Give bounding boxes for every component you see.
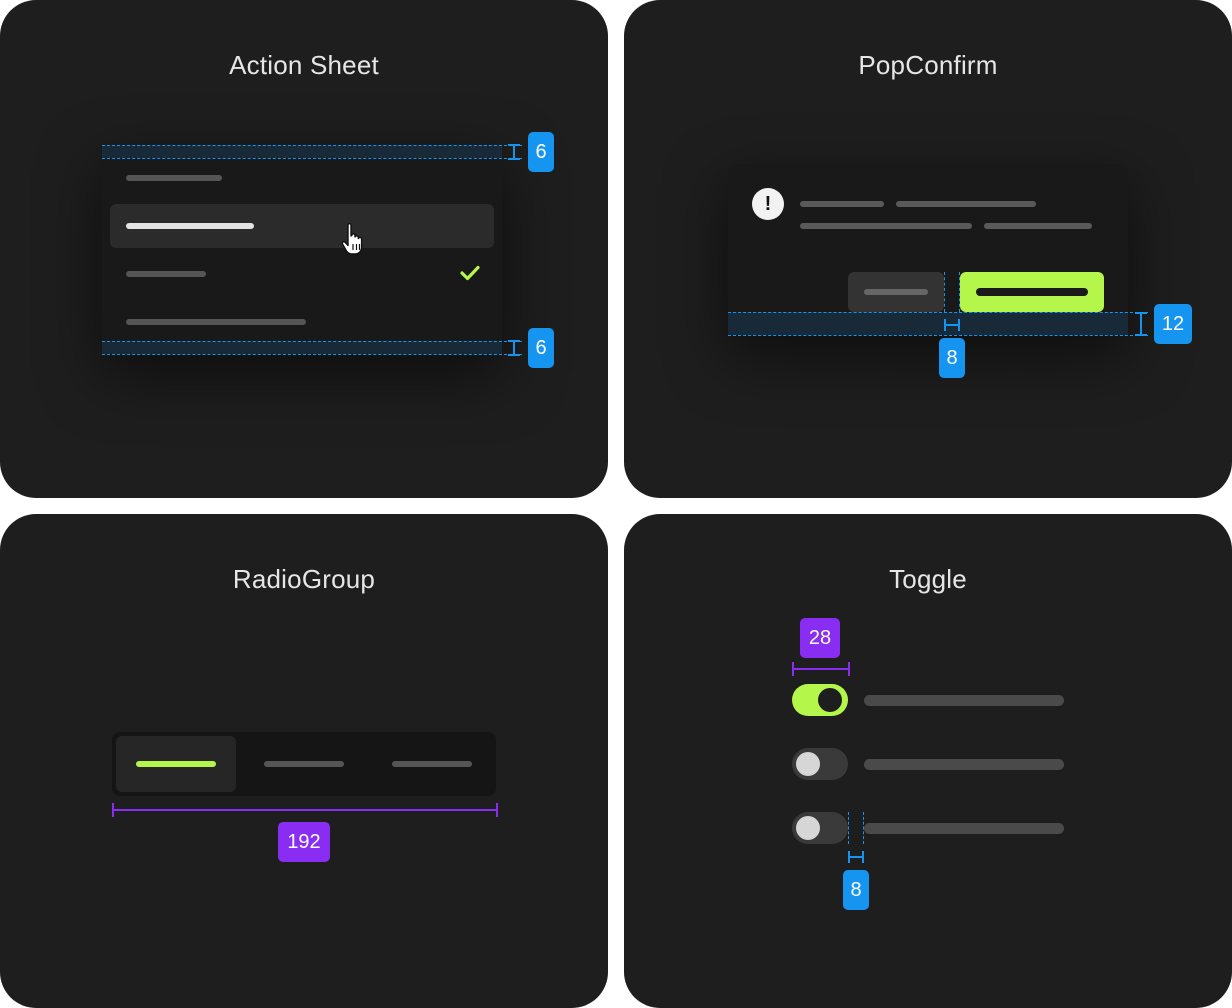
gap-badge: 8	[939, 338, 965, 378]
padding-bottom-line-a	[102, 341, 522, 342]
action-sheet-panel: Action Sheet 6 6	[0, 0, 608, 498]
padding-bottom-line-b	[102, 354, 522, 355]
radio-option-1-label	[136, 761, 216, 767]
bottom-padding-badge: 12	[1154, 304, 1192, 344]
width-measure-line	[112, 803, 498, 817]
toggle-switch-off-2[interactable]	[792, 812, 848, 844]
bottom-padding-highlight	[728, 312, 1128, 335]
bottom-padding-marker	[1135, 312, 1147, 336]
panel-title: RadioGroup	[232, 564, 376, 594]
hand-cursor-icon	[341, 223, 363, 255]
checkmark-icon	[460, 265, 480, 281]
list-item-4[interactable]	[126, 319, 306, 325]
toggle-knob	[796, 816, 820, 840]
confirm-button-label	[976, 288, 1088, 296]
toggle-knob	[818, 688, 842, 712]
radio-option-3-label	[392, 761, 472, 767]
padding-bottom-highlight	[102, 341, 502, 354]
cancel-button[interactable]	[848, 272, 944, 312]
radio-option-2-label	[264, 761, 344, 767]
bottom-padding-line-a	[728, 312, 1148, 313]
message-line-1b	[896, 201, 1036, 207]
label-gap-marker	[848, 851, 864, 863]
popconfirm-panel: PopConfirm ! 8 12	[624, 0, 1232, 498]
padding-top-line-a	[102, 145, 522, 146]
bottom-padding-line-b	[728, 335, 1148, 336]
message-line-2b	[984, 223, 1092, 229]
radiogroup-panel: RadioGroup 192	[0, 514, 608, 1008]
toggle-switch-off[interactable]	[792, 748, 848, 780]
spacing-bottom-badge: 6	[528, 328, 554, 368]
padding-top-marker	[508, 144, 520, 160]
cancel-button-label	[864, 289, 928, 295]
toggle-label-1	[864, 695, 1064, 706]
list-item-2-label	[126, 223, 254, 229]
label-gap-line-right	[863, 812, 864, 844]
toggle-width-measure	[792, 662, 850, 676]
alert-icon: !	[752, 188, 784, 220]
message-line-2a	[800, 223, 972, 229]
padding-top-highlight	[102, 145, 502, 158]
panel-title: Toggle	[889, 564, 967, 594]
toggle-width-badge: 28	[800, 618, 840, 658]
panel-title: Action Sheet	[229, 50, 379, 80]
list-item-1[interactable]	[126, 175, 222, 181]
gap-line-right	[959, 272, 960, 312]
confirm-button[interactable]	[960, 272, 1104, 312]
label-gap-badge: 8	[843, 870, 869, 910]
list-item-3[interactable]	[126, 271, 206, 277]
toggle-panel: Toggle 28 8	[624, 514, 1232, 1008]
gap-line-left	[944, 272, 945, 312]
spacing-top-badge: 6	[528, 132, 554, 172]
panel-title: PopConfirm	[858, 50, 998, 80]
padding-top-line-b	[102, 158, 522, 159]
message-line-1a	[800, 201, 884, 207]
toggle-label-2	[864, 759, 1064, 770]
toggle-knob	[796, 752, 820, 776]
width-badge: 192	[278, 822, 330, 862]
padding-bottom-marker	[508, 340, 520, 356]
label-gap-line-left	[848, 812, 849, 844]
toggle-switch-on[interactable]	[792, 684, 848, 716]
toggle-label-3	[864, 823, 1064, 834]
